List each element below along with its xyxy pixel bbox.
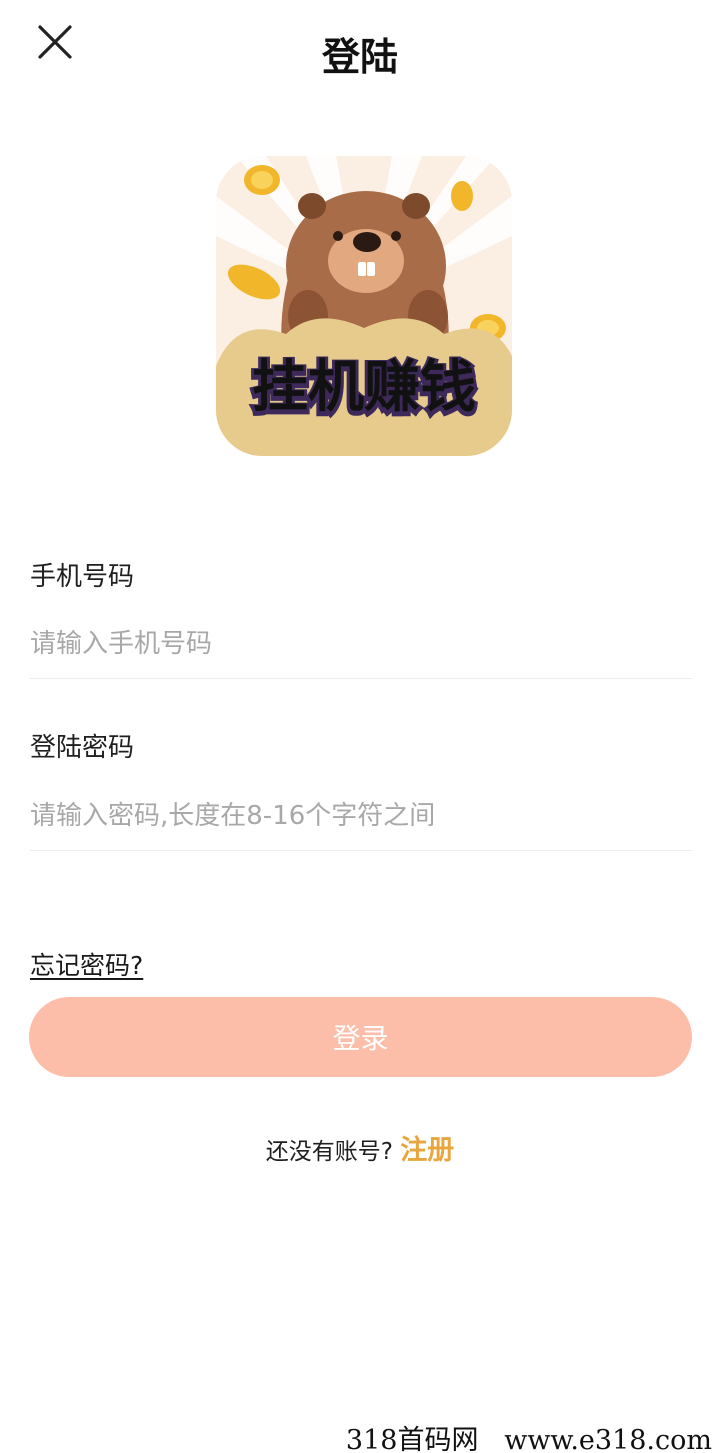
login-button[interactable]: 登录: [29, 997, 692, 1077]
page-title: 登陆: [321, 35, 398, 79]
app-logo: 挂机赚钱 挂机赚钱: [216, 156, 512, 456]
svg-text:挂机赚钱: 挂机赚钱: [252, 355, 476, 420]
password-divider: [30, 850, 692, 851]
phone-divider: [30, 678, 692, 679]
register-row: 还没有账号? 注册: [0, 1128, 720, 1167]
watermark-left: 318首码网: [345, 1425, 479, 1453]
phone-input[interactable]: [30, 614, 692, 674]
beaver-mascot-logo: 挂机赚钱 挂机赚钱: [216, 156, 512, 456]
register-prompt: 还没有账号?: [265, 1139, 393, 1165]
register-link[interactable]: 注册: [400, 1135, 454, 1166]
forgot-password-link[interactable]: 忘记密码?: [30, 946, 143, 982]
password-label: 登陆密码: [30, 733, 135, 763]
watermark-right: www.e318.com: [504, 1425, 712, 1453]
watermark: 318首码网 www.e318.com: [346, 1418, 712, 1453]
phone-label: 手机号码: [30, 562, 135, 592]
password-input[interactable]: [30, 786, 692, 846]
